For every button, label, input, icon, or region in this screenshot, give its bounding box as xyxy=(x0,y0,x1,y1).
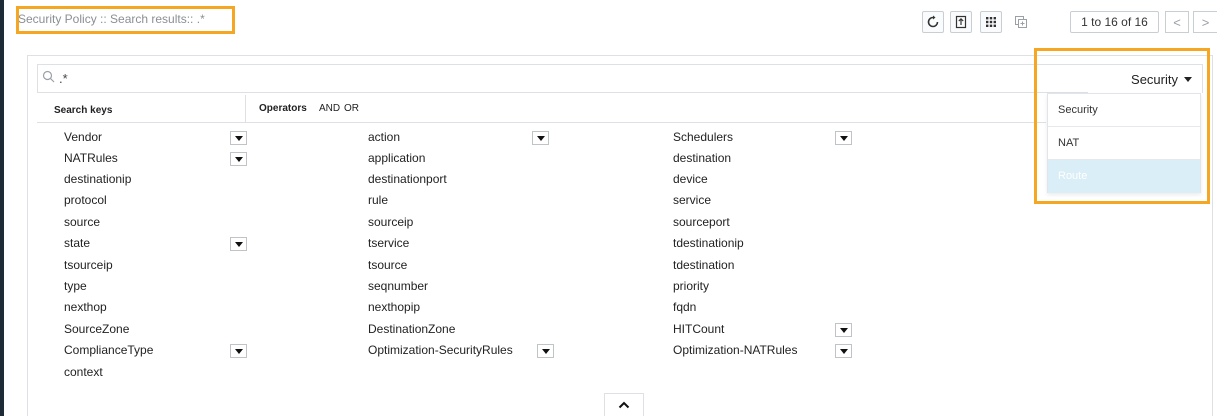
caret-down-icon xyxy=(541,348,550,354)
copy-icon xyxy=(1015,16,1027,28)
key-sourceport[interactable]: sourceport xyxy=(673,215,730,229)
key-sourceip[interactable]: sourceip xyxy=(368,215,413,229)
key-optimization-natrules[interactable]: Optimization-NATRules xyxy=(673,343,797,357)
vendor-dropdown[interactable] xyxy=(230,131,247,145)
caret-down-icon xyxy=(234,241,243,247)
action-dropdown[interactable] xyxy=(532,131,549,145)
key-priority[interactable]: priority xyxy=(673,279,709,293)
search-keys-label: Search keys xyxy=(54,105,113,116)
key-destinationzone[interactable]: DestinationZone xyxy=(368,322,455,336)
caret-down-icon xyxy=(234,135,243,141)
key-context[interactable]: context xyxy=(64,365,103,379)
state-dropdown[interactable] xyxy=(230,237,247,251)
key-natrules[interactable]: NATRules xyxy=(64,151,118,165)
key-rule[interactable]: rule xyxy=(368,193,388,207)
key-compliancetype[interactable]: ComplianceType xyxy=(64,343,153,357)
key-tdestinationip[interactable]: tdestinationip xyxy=(673,236,744,250)
operators-header: Operators AND OR xyxy=(246,95,1046,123)
key-protocol[interactable]: protocol xyxy=(64,193,107,207)
key-destinationport[interactable]: destinationport xyxy=(368,172,447,186)
key-tsource[interactable]: tsource xyxy=(368,258,407,272)
collapse-button[interactable] xyxy=(604,393,644,416)
key-fqdn[interactable]: fqdn xyxy=(673,300,696,314)
key-service[interactable]: service xyxy=(673,193,711,207)
search-input[interactable]: .* xyxy=(59,71,68,86)
refresh-icon xyxy=(927,15,939,28)
page-title: Security Policy :: Search results:: .* xyxy=(18,12,205,26)
caret-down-icon xyxy=(839,327,848,333)
export-icon xyxy=(955,15,967,29)
key-type[interactable]: type xyxy=(64,279,87,293)
key-state[interactable]: state xyxy=(64,236,90,250)
caret-down-icon xyxy=(536,135,545,141)
key-nexthopip[interactable]: nexthopip xyxy=(368,300,420,314)
caret-down-icon xyxy=(839,348,848,354)
key-schedulers[interactable]: Schedulers xyxy=(673,130,733,144)
chevron-up-icon xyxy=(618,401,630,409)
key-nexthop[interactable]: nexthop xyxy=(64,300,107,314)
grid-icon xyxy=(986,17,996,27)
refresh-button[interactable] xyxy=(922,11,944,33)
caret-down-icon xyxy=(234,156,243,162)
prev-page-button[interactable]: < xyxy=(1165,11,1189,33)
operators-label: Operators xyxy=(259,103,307,114)
key-destination[interactable]: destination xyxy=(673,151,731,165)
key-seqnumber[interactable]: seqnumber xyxy=(368,279,428,293)
key-tdestination[interactable]: tdestination xyxy=(673,258,734,272)
key-sourcezone[interactable]: SourceZone xyxy=(64,322,129,336)
key-source[interactable]: source xyxy=(64,215,100,229)
compliancetype-dropdown[interactable] xyxy=(230,344,247,358)
key-optimization-securityrules[interactable]: Optimization-SecurityRules xyxy=(368,343,513,357)
key-tservice[interactable]: tservice xyxy=(368,236,409,250)
next-page-button[interactable]: > xyxy=(1193,11,1217,33)
copy-button[interactable] xyxy=(1010,11,1032,33)
chevron-right-icon: > xyxy=(1201,14,1210,30)
key-destinationip[interactable]: destinationip xyxy=(64,172,131,186)
operator-or[interactable]: OR xyxy=(344,103,359,114)
key-action[interactable]: action xyxy=(368,130,400,144)
key-device[interactable]: device xyxy=(673,172,708,186)
schedulers-dropdown[interactable] xyxy=(835,131,852,145)
key-vendor[interactable]: Vendor xyxy=(64,130,102,144)
search-icon xyxy=(42,70,55,83)
operator-and[interactable]: AND xyxy=(319,103,340,114)
optimization-natrules-dropdown[interactable] xyxy=(835,344,852,358)
optimization-securityrules-dropdown[interactable] xyxy=(537,344,554,358)
natrules-dropdown[interactable] xyxy=(230,152,247,166)
key-tsourceip[interactable]: tsourceip xyxy=(64,258,113,272)
left-edge-bar xyxy=(0,0,4,416)
chevron-left-icon: < xyxy=(1173,14,1181,30)
menu-highlight xyxy=(1034,48,1210,204)
key-hitcount[interactable]: HITCount xyxy=(673,322,724,336)
hitcount-dropdown[interactable] xyxy=(835,323,852,337)
caret-down-icon xyxy=(839,135,848,141)
search-keys-header: Search keys xyxy=(37,95,246,123)
caret-down-icon xyxy=(234,348,243,354)
export-button[interactable] xyxy=(950,11,972,33)
key-application[interactable]: application xyxy=(368,151,425,165)
grid-view-button[interactable] xyxy=(980,11,1002,33)
pagination-status: 1 to 16 of 16 xyxy=(1070,11,1159,33)
search-bar[interactable]: .* xyxy=(37,64,1203,93)
